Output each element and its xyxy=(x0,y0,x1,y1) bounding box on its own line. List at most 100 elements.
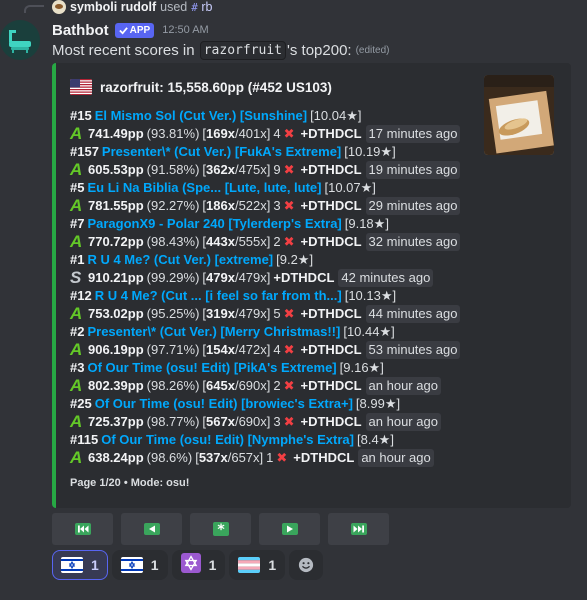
map-link[interactable]: Of Our Time (osu! Edit) [browiec's Extra… xyxy=(95,395,353,413)
random-page-button[interactable]: * xyxy=(190,513,251,545)
miss-x-icon: ✖ xyxy=(283,342,295,357)
miss-x-icon: ✖ xyxy=(283,126,295,141)
score-combo: [645x/690x] xyxy=(202,378,271,393)
star-rating: [10.44★] xyxy=(343,324,395,339)
reaction-israel-flag[interactable]: 1 xyxy=(111,550,168,580)
score-combo: [154x/472x] xyxy=(202,342,271,357)
score-stats-line: A 802.39pp (98.26%) [645x/690x] 2 ✖ +DTHDCL an … xyxy=(70,377,490,395)
message-header: Bathbot APP 12:50 AM xyxy=(52,20,209,40)
score-stats-line: A 753.02pp (95.25%) [319x/479x] 5 ✖ +DTHDCL 44 … xyxy=(70,305,490,323)
score-time-ago[interactable]: 17 minutes ago xyxy=(365,125,461,143)
score-accuracy: (99.29%) xyxy=(146,270,200,285)
slash-command-icon: # xyxy=(191,1,198,14)
score-title-line: #115 Of Our Time (osu! Edit) [Nymphe's Ex… xyxy=(70,431,490,449)
score-title-line: #3 Of Our Time (osu! Edit) [PikA's Extrem… xyxy=(70,359,490,377)
reply-avatar xyxy=(52,0,66,14)
score-time-ago[interactable]: 44 minutes ago xyxy=(365,305,461,323)
star-rating: [10.04★] xyxy=(310,108,362,123)
score-combo: [443x/555x] xyxy=(202,234,271,249)
bot-avatar[interactable] xyxy=(0,20,40,60)
score-max-combo: /401x] xyxy=(234,126,271,141)
score-combo: [479x/479x] xyxy=(202,270,271,285)
score-time-ago[interactable]: 19 minutes ago xyxy=(365,161,461,179)
score-title-line: #157 Presenter\* (Cut Ver.) [FukA's Extre… xyxy=(70,143,490,161)
map-link[interactable]: Presenter\* (Cut Ver.) [Merry Christmas!… xyxy=(87,323,340,341)
content-text-before: Most recent scores in xyxy=(52,42,195,59)
score-title-line: #7 ParagonX9 - Polar 240 [Tylerderp's Ext… xyxy=(70,215,490,233)
score-misses: 2 xyxy=(273,378,281,393)
map-link[interactable]: Eu Li Na Biblia (Spe... [Lute, lute, lut… xyxy=(87,179,321,197)
score-max-combo: /479x] xyxy=(234,270,271,285)
miss-x-icon: ✖ xyxy=(283,378,295,393)
score-stats-line: A 781.55pp (92.27%) [186x/522x] 3 ✖ +DTHDCL 29 … xyxy=(70,197,490,215)
embed-thumbnail[interactable] xyxy=(484,75,554,155)
star-rating: [8.99★] xyxy=(355,396,401,411)
score-mods: +DTHDCL xyxy=(300,414,362,429)
score-time-ago[interactable]: an hour ago xyxy=(358,449,434,467)
score-max-combo: /475x] xyxy=(234,162,271,177)
reply-reference[interactable]: symboli rudolf used # rb xyxy=(52,0,212,14)
grade-a-icon: A xyxy=(70,448,83,467)
score-misses: 2 xyxy=(273,234,281,249)
add-reaction-button[interactable] xyxy=(289,550,324,580)
message-timestamp[interactable]: 12:50 AM xyxy=(162,24,208,36)
score-misses: 4 xyxy=(273,126,281,141)
next-page-button[interactable] xyxy=(259,513,320,545)
grade-a-icon: A xyxy=(70,124,83,143)
embed-author-name[interactable]: razorfruit: 15,558.60pp (#452 US103) xyxy=(100,80,332,95)
score-mods: +DTHDCL xyxy=(300,234,362,249)
checkmark-icon xyxy=(118,26,128,35)
score-stats-line: A 605.53pp (91.58%) [362x/475x] 9 ✖ +DTHDCL 19 … xyxy=(70,161,490,179)
bathtub-icon xyxy=(9,30,31,53)
score-combo-value: 169x xyxy=(206,126,235,141)
score-stats-line: A 770.72pp (98.43%) [443x/555x] 2 ✖ +DTHDCL 32 … xyxy=(70,233,490,251)
map-link[interactable]: Of Our Time (osu! Edit) [PikA's Extreme] xyxy=(87,359,336,377)
score-pp: 638.24pp xyxy=(88,450,144,465)
asterisk-icon: * xyxy=(212,521,230,537)
score-rank: #5 xyxy=(70,180,85,195)
score-time-ago[interactable]: 32 minutes ago xyxy=(365,233,461,251)
map-link[interactable]: ParagonX9 - Polar 240 [Tylerderp's Extra… xyxy=(87,215,341,233)
score-max-combo: /472x] xyxy=(234,342,271,357)
last-page-button[interactable] xyxy=(328,513,389,545)
score-title-line: #2 Presenter\* (Cut Ver.) [Merry Christma… xyxy=(70,323,490,341)
smiley-add-icon xyxy=(299,557,314,573)
message-author[interactable]: Bathbot xyxy=(52,22,109,39)
map-link[interactable]: El Mismo Sol (Cut Ver.) [Sunshine] xyxy=(95,107,307,125)
reaction-transgender-flag[interactable]: 1 xyxy=(229,550,286,580)
reactions-bar: 1 1 1 1 xyxy=(52,550,324,580)
map-link[interactable]: R U 4 Me? (Cut ... [i feel so far from t… xyxy=(95,287,342,305)
score-time-ago[interactable]: an hour ago xyxy=(365,413,441,431)
score-max-combo: /690x] xyxy=(234,414,271,429)
reply-username[interactable]: symboli rudolf xyxy=(70,0,156,14)
first-page-button[interactable] xyxy=(52,513,113,545)
map-link[interactable]: Of Our Time (osu! Edit) [Nymphe's Extra] xyxy=(101,431,354,449)
score-rank: #25 xyxy=(70,396,92,411)
reply-connector xyxy=(24,5,44,13)
map-link[interactable]: R U 4 Me? (Cut Ver.) [extreme] xyxy=(87,251,273,269)
reaction-count: 1 xyxy=(208,557,217,573)
score-time-ago[interactable]: an hour ago xyxy=(365,377,441,395)
score-rank: #157 xyxy=(70,144,99,159)
score-accuracy: (98.77%) xyxy=(146,414,200,429)
app-badge-label: APP xyxy=(129,24,151,36)
score-pp: 781.55pp xyxy=(88,198,144,213)
score-time-ago[interactable]: 42 minutes ago xyxy=(338,269,434,287)
play-left-icon xyxy=(143,522,161,536)
score-mods: +DTHDCL xyxy=(300,162,362,177)
score-misses: 4 xyxy=(273,342,281,357)
previous-page-button[interactable] xyxy=(121,513,182,545)
map-link[interactable]: Presenter\* (Cut Ver.) [FukA's Extreme] xyxy=(102,143,341,161)
score-mods: +DTHDCL xyxy=(300,126,362,141)
score-combo-value: 567x xyxy=(206,414,235,429)
score-time-ago[interactable]: 29 minutes ago xyxy=(365,197,461,215)
score-pp: 741.49pp xyxy=(88,126,144,141)
reply-command[interactable]: # rb xyxy=(191,0,212,14)
score-time-ago[interactable]: 53 minutes ago xyxy=(365,341,461,359)
score-mods: +DTHDCL xyxy=(273,270,335,285)
reaction-star-of-david[interactable]: 1 xyxy=(171,550,226,580)
score-mods: +DTHDCL xyxy=(300,378,362,393)
thumbnail-image xyxy=(484,75,554,155)
reaction-israel-flag[interactable]: 1 xyxy=(52,550,108,580)
reply-used-label: used xyxy=(160,0,188,14)
